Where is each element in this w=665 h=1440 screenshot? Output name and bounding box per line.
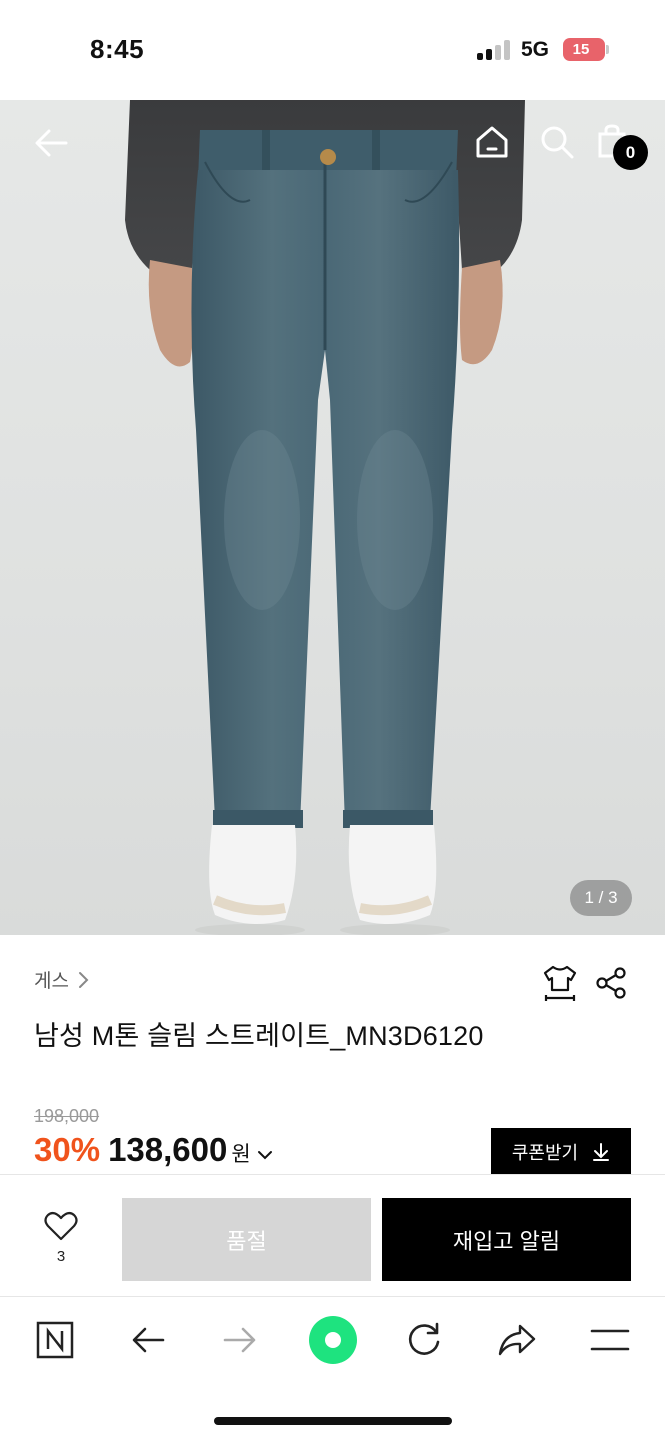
back-arrow-icon[interactable] — [32, 124, 70, 162]
heart-icon — [44, 1211, 78, 1241]
coupon-download-button[interactable]: 쿠폰받기 — [491, 1128, 631, 1175]
signal-icon — [477, 40, 511, 60]
coupon-label: 쿠폰받기 — [511, 1142, 579, 1163]
search-icon[interactable] — [539, 124, 575, 160]
image-pager: 1 / 3 — [570, 880, 632, 916]
currency-label: 원 — [231, 1143, 251, 1166]
battery-icon: 15 — [563, 38, 605, 61]
jeans-photo — [125, 100, 525, 935]
sale-price: 138,600 — [108, 1131, 228, 1168]
menu-icon[interactable] — [590, 1328, 630, 1352]
battery-nub — [606, 45, 609, 54]
battery-level: 15 — [572, 41, 590, 58]
share-icon[interactable] — [594, 966, 628, 1000]
forward-icon[interactable] — [222, 1322, 258, 1358]
network-label: 5G — [521, 38, 550, 61]
share-forward-icon[interactable] — [497, 1322, 537, 1358]
chevron-down-icon — [257, 1151, 272, 1160]
discount-rate: 30% — [34, 1131, 101, 1168]
size-guide-icon[interactable] — [542, 964, 578, 1002]
product-title: 남성 M톤 슬림 스트레이트_MN3D6120 — [34, 1021, 484, 1051]
soldout-button[interactable]: 품절 — [122, 1198, 371, 1281]
home-indicator — [214, 1417, 452, 1425]
home-icon[interactable] — [474, 124, 510, 160]
restock-alert-button[interactable]: 재입고 알림 — [382, 1198, 631, 1281]
naver-n-icon[interactable] — [36, 1321, 74, 1359]
brand-name: 게스 — [34, 971, 69, 992]
status-time: 8:45 — [90, 34, 145, 64]
price-row[interactable]: 30% 138,600 원 — [34, 1131, 273, 1169]
brand-link[interactable]: 게스 — [34, 966, 89, 993]
original-price: 198,000 — [34, 1106, 100, 1126]
cart-count-badge: 0 — [613, 135, 648, 170]
green-dot-icon[interactable] — [307, 1314, 359, 1366]
status-bar: 8:45 5G 15 — [0, 0, 665, 100]
back-icon[interactable] — [130, 1322, 166, 1358]
reload-icon[interactable] — [405, 1320, 443, 1360]
download-icon — [593, 1142, 610, 1161]
chevron-right-icon — [78, 971, 89, 988]
like-count: 3 — [56, 1248, 66, 1265]
like-button[interactable]: 3 — [36, 1211, 86, 1271]
purchase-action-bar: 3 품절 재입고 알림 — [0, 1174, 665, 1297]
product-image[interactable] — [0, 100, 665, 935]
